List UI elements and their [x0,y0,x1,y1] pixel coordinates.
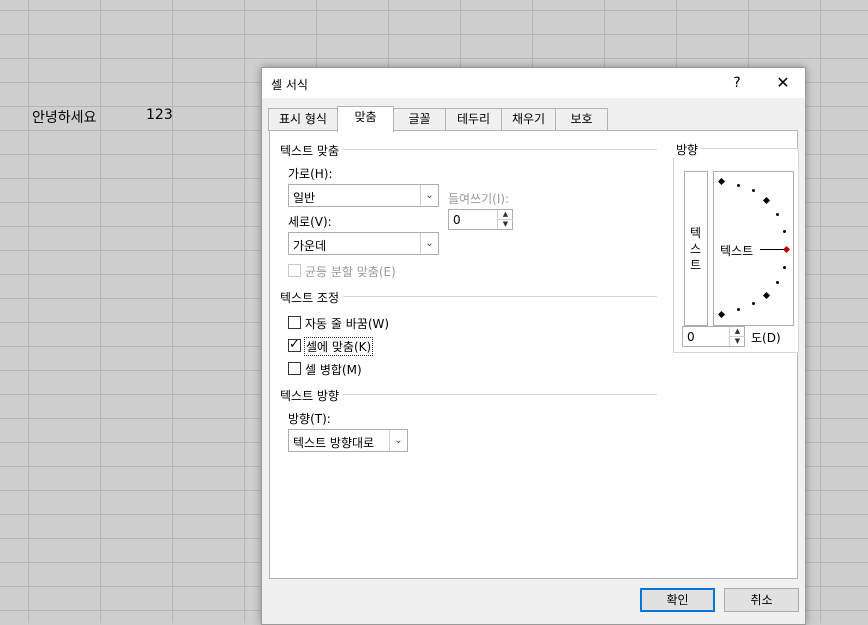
cell-text-greeting[interactable]: 안녕하세요 [32,107,104,127]
dial-text: 텍스트 [720,244,754,258]
dial-dot [776,213,779,216]
text-alignment-heading: 텍스트 맞춤 [280,142,344,159]
help-button[interactable]: ? [724,72,750,94]
degrees-spinner[interactable]: 0 ▲ ▼ [682,326,745,347]
dial-marker [762,291,771,300]
spin-down-icon[interactable]: ▼ [729,337,745,346]
direction-value: 텍스트 방향대로 [293,436,375,450]
dial-marker [717,177,726,186]
orientation-dial[interactable]: 텍스트 [713,171,794,326]
vertical-text-char: 텍 [690,226,702,240]
horizontal-label: 가로(H): [288,167,333,181]
text-control-heading: 텍스트 조정 [280,289,344,306]
tab-border[interactable]: 테두리 [445,108,502,131]
dialog-titlebar: 셀 서식 ? ✕ [262,68,805,98]
ok-button[interactable]: 확인 [640,588,715,612]
alignment-panel: 텍스트 맞춤 가로(H): 일반 ⌄ 들여쓰기(I): 0 ▲ ▼ 세로(V):… [269,130,799,579]
spin-down-icon[interactable]: ▼ [497,220,513,229]
dial-dot [737,308,740,311]
merge-cells-label: 셀 병합(M) [305,363,362,377]
vertical-text-char: 스 [690,242,702,256]
checkmark-icon: ✓ [289,337,300,352]
close-button[interactable]: ✕ [770,72,796,94]
text-direction-heading: 텍스트 방향 [280,387,344,404]
vertical-text-char: 트 [690,258,702,272]
indent-label: 들여쓰기(I): [448,192,510,206]
orientation-heading: 방향 [673,141,702,158]
orientation-group: 텍 스 트 텍스트 0 ▲ ▼ 도(D) [673,148,799,353]
dial-dot [737,184,740,187]
wrap-text-checkbox[interactable] [288,316,301,329]
vertical-label: 세로(V): [288,215,332,229]
spin-up-icon[interactable]: ▲ [729,327,745,337]
vertical-value: 가운데 [293,239,327,253]
chevron-down-icon[interactable]: ⌄ [420,185,438,206]
shrink-to-fit-checkbox[interactable]: ✓ [288,337,301,352]
spin-up-icon[interactable]: ▲ [497,210,513,220]
wrap-text-label: 자동 줄 바꿈(W) [305,317,390,331]
degrees-label: 도(D) [751,331,781,345]
indent-spinner[interactable]: 0 ▲ ▼ [448,209,513,230]
format-cells-dialog: 셀 서식 ? ✕ 표시 형식 맞춤 글꼴 테두리 채우기 보호 텍스트 맞춤 가… [261,67,806,625]
merge-cells-checkbox[interactable] [288,362,301,375]
justify-distributed-checkbox[interactable] [288,264,301,277]
tab-fill[interactable]: 채우기 [501,108,556,131]
degrees-value: 0 [687,330,695,344]
horizontal-value: 일반 [293,191,316,205]
chevron-down-icon[interactable]: ⌄ [420,233,438,254]
tab-protection[interactable]: 보호 [555,108,608,131]
dial-marker [717,310,726,319]
dial-pointer [760,249,784,250]
dialog-title: 셀 서식 [271,78,308,92]
cell-number[interactable]: 123 [146,107,173,123]
tab-alignment[interactable]: 맞춤 [337,106,394,132]
vertical-select[interactable]: 가운데 ⌄ [288,232,439,255]
cancel-button[interactable]: 취소 [724,588,799,612]
tab-number[interactable]: 표시 형식 [268,108,338,131]
direction-select[interactable]: 텍스트 방향대로 ⌄ [288,429,408,452]
dial-dot [783,230,786,233]
direction-label: 방향(T): [288,412,331,426]
chevron-down-icon[interactable]: ⌄ [389,430,407,451]
shrink-to-fit-label: 셀에 맞춤(K) [303,337,374,356]
vertical-text-toggle[interactable]: 텍 스 트 [684,171,708,326]
dial-marker [762,196,771,205]
justify-distributed-label: 균등 분할 맞춤(E) [305,265,396,279]
dial-dot [752,189,755,192]
dial-dot [752,302,755,305]
dial-dot [783,266,786,269]
indent-value: 0 [453,213,461,227]
dial-dot [776,281,779,284]
horizontal-select[interactable]: 일반 ⌄ [288,184,439,207]
dial-marker-selected[interactable] [782,245,791,254]
tab-font[interactable]: 글꼴 [393,108,446,131]
